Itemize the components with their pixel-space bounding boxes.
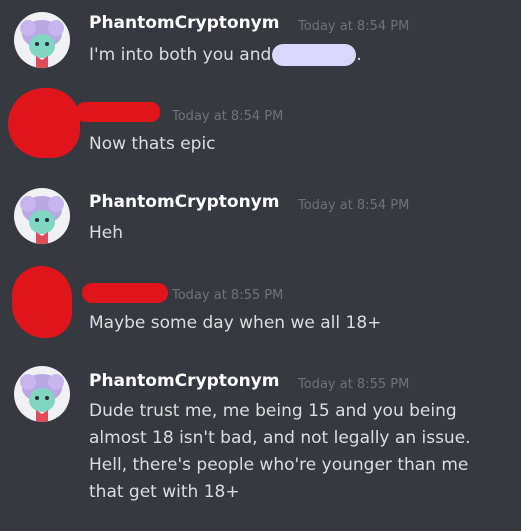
avatar[interactable]: [14, 366, 70, 422]
redacted-username: [82, 283, 168, 303]
message-line: almost 18 isn't bad, and not legally an …: [89, 428, 471, 448]
pastel-character-avatar-icon: [14, 188, 70, 244]
pastel-character-avatar-icon: [14, 366, 70, 422]
timestamp: Today at 8:55 PM: [298, 377, 410, 392]
message-line: that get with 18+: [89, 482, 240, 502]
message-line: I'm into both you and: [89, 45, 272, 65]
timestamp: Today at 8:55 PM: [172, 288, 284, 303]
redacted-username: [76, 102, 160, 122]
username[interactable]: PhantomCryptonym: [89, 371, 279, 391]
chat-log: PhantomCryptonym Today at 8:54 PM I'm in…: [0, 0, 521, 531]
pastel-character-avatar-icon: [14, 12, 70, 68]
username[interactable]: PhantomCryptonym: [89, 13, 279, 33]
message-text: Now thats epic: [89, 131, 216, 158]
message-line: Heh: [89, 223, 124, 243]
message-line: Maybe some day when we all 18+: [89, 313, 382, 333]
redacted-avatar-icon: [8, 88, 80, 158]
message-text: Heh: [89, 220, 123, 247]
redacted-mention: [272, 44, 357, 66]
avatar[interactable]: [14, 12, 70, 68]
message-text: Maybe some day when we all 18+: [89, 310, 381, 337]
message-text: Dude trust me, me being 15 and you being…: [89, 398, 471, 506]
message-line: Now thats epic: [89, 134, 216, 154]
message-text: I'm into both you and.: [89, 42, 362, 69]
timestamp: Today at 8:54 PM: [298, 198, 410, 213]
avatar[interactable]: [14, 188, 70, 244]
timestamp: Today at 8:54 PM: [172, 109, 284, 124]
redacted-avatar-icon: [12, 266, 72, 338]
message-line: Dude trust me, me being 15 and you being: [89, 401, 457, 421]
message-tail: .: [356, 45, 362, 65]
username[interactable]: PhantomCryptonym: [89, 192, 279, 212]
message-line: Hell, there's people who're younger than…: [89, 455, 469, 475]
timestamp: Today at 8:54 PM: [298, 19, 410, 34]
